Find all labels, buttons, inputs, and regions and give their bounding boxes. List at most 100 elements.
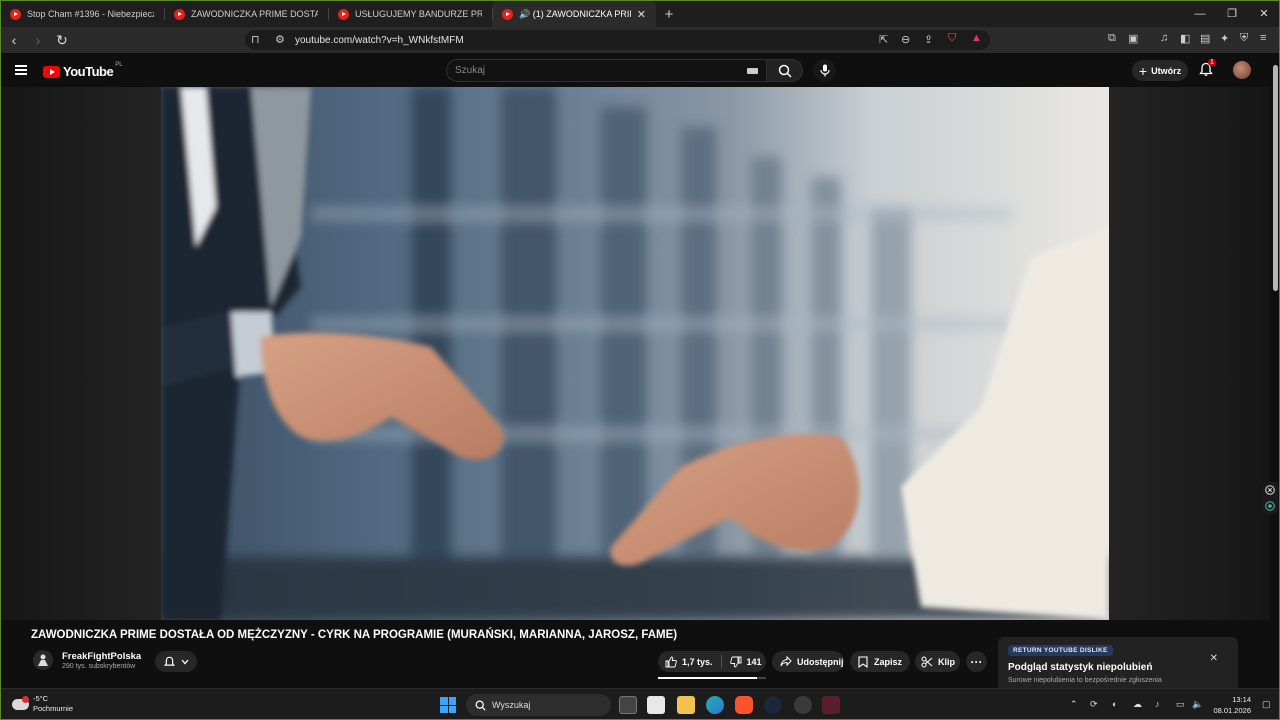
save-label: Zapisz [874, 656, 903, 667]
ryd-heading: Podgląd statystyk niepolubień [1008, 662, 1153, 673]
keyboard-icon[interactable] [747, 68, 758, 74]
ryd-tag: RETURN YOUTUBE DISLIKE [1008, 645, 1113, 656]
new-tab-button[interactable]: + [656, 1, 682, 27]
bell-icon [163, 656, 175, 666]
system-clock[interactable]: 13:14 08.01.2026 [1207, 694, 1251, 716]
restore-icon[interactable]: ❐ [1216, 0, 1248, 27]
like-divider [720, 655, 722, 668]
extension-circle-icon[interactable] [1265, 501, 1275, 511]
ai-icon[interactable]: ✦ [1220, 32, 1229, 45]
close-window-icon[interactable]: ✕ [1248, 0, 1280, 27]
reload-icon[interactable]: ↻ [52, 32, 72, 49]
plus-icon: + [1138, 62, 1148, 79]
search-box[interactable] [446, 59, 767, 82]
share-icon[interactable]: ⇪ [924, 33, 933, 46]
edge-icon[interactable] [706, 696, 724, 714]
voice-search-button[interactable] [813, 59, 836, 82]
recording-app-icon[interactable] [822, 696, 840, 714]
minimize-icon[interactable]: — [1184, 0, 1216, 27]
tray-expand-icon[interactable]: ⌃ [1070, 699, 1078, 710]
sync-icon[interactable]: ⟳ [1090, 699, 1098, 710]
youtube-favicon-icon [338, 8, 349, 20]
ryd-subtext: Surowe niepolubienia to bezpośrednie zgł… [1008, 677, 1162, 684]
date: 08.01.2026 [1213, 706, 1251, 715]
thumbs-up-icon[interactable] [665, 656, 677, 668]
create-button[interactable]: + Utwórz [1132, 60, 1188, 81]
cloud-tray-icon[interactable]: ☁ [1133, 699, 1142, 710]
forward-icon[interactable]: › [28, 32, 48, 48]
channel-name[interactable]: FreakFightPolska [62, 651, 141, 662]
notifications-button[interactable]: 1 [1199, 59, 1216, 78]
media-icon[interactable]: ♫ [1160, 32, 1168, 44]
back-icon[interactable]: ‹ [4, 32, 24, 48]
app-icon[interactable] [794, 696, 812, 714]
volume-icon[interactable]: 🔈 [1192, 699, 1203, 710]
page-scrollbar[interactable] [1271, 53, 1280, 688]
close-popup-icon[interactable]: ✕ [1210, 653, 1218, 664]
tray-app-icon[interactable]: ◐ [1112, 699, 1117, 709]
subscription-bell-button[interactable] [155, 651, 197, 672]
notification-center-icon[interactable]: ▢ [1262, 699, 1271, 710]
video-player[interactable] [161, 87, 1109, 620]
taskbar-search[interactable]: Wyszukaj [466, 694, 611, 716]
share-label: Udostępnij [797, 656, 844, 667]
menu-icon[interactable]: ≡ [1260, 32, 1266, 44]
scrollbar-thumb[interactable] [1273, 65, 1278, 291]
browser-tab[interactable]: Stop Cham #1396 - Niebezpieczne i [0, 1, 164, 27]
vpn-icon[interactable]: ⛨ [1240, 32, 1248, 45]
browser-tab[interactable]: ZAWODNICZKA PRIME DOSTAŁA OD [164, 1, 328, 27]
cloud-icon [12, 695, 29, 710]
wallet-icon[interactable]: ▤ [1200, 32, 1210, 45]
browser-tab-strip: Stop Cham #1396 - Niebezpieczne i ZAWODN… [0, 0, 1280, 27]
sidebar-icon[interactable]: ◧ [1180, 32, 1190, 45]
browser-tab-active[interactable]: 🔊 (1) ZAWODNICZKA PRIME DO ✕ [492, 1, 656, 27]
search-icon [475, 700, 486, 711]
steam-icon[interactable] [764, 696, 782, 714]
microphone-icon [819, 64, 830, 77]
store-icon[interactable] [647, 696, 665, 714]
clip-button[interactable]: Klip [915, 651, 960, 672]
like-ratio-fill [658, 677, 758, 679]
brave-shield-icon[interactable]: ⛉ [948, 32, 956, 45]
brave-icon[interactable] [735, 696, 753, 714]
hamburger-menu-icon[interactable] [15, 65, 27, 75]
site-info-icon[interactable]: ⚙ [275, 33, 285, 46]
channel-avatar[interactable] [33, 650, 53, 670]
dislike-count[interactable]: 141 [747, 657, 762, 667]
task-view-icon[interactable] [619, 696, 637, 714]
share-button[interactable]: Udostępnij [772, 651, 844, 672]
account-avatar[interactable] [1233, 61, 1251, 79]
file-explorer-icon[interactable] [677, 696, 695, 714]
windows-start-icon[interactable] [440, 697, 456, 713]
extensions-icon[interactable]: ⧉ [1108, 32, 1116, 45]
weather-widget[interactable]: -5°C Pochmurnie [12, 694, 73, 714]
thumbs-down-icon[interactable] [729, 656, 742, 668]
open-external-icon[interactable]: ⇱ [879, 33, 888, 46]
search-button[interactable] [767, 59, 803, 82]
browser-tab[interactable]: USŁUGUJEMY BANDURZE PRZEZ 24! [328, 1, 492, 27]
close-circle-icon[interactable] [1265, 485, 1275, 495]
clip-label: Klip [938, 656, 955, 667]
youtube-favicon-icon [10, 8, 21, 20]
tab-title: USŁUGUJEMY BANDURZE PRZEZ 24! [355, 9, 482, 19]
microphone-tray-icon[interactable]: ♪ [1155, 699, 1160, 709]
screenshot-icon[interactable]: ▣ [1128, 32, 1138, 45]
youtube-logo[interactable]: YouTube PL [43, 62, 123, 79]
search-icon [778, 64, 792, 78]
more-actions-button[interactable]: ··· [966, 651, 987, 672]
address-bar[interactable]: ⊓ ⚙ youtube.com/watch?v=h_WNkfstMFM ⇱ ⊖ … [245, 30, 990, 50]
brave-rewards-icon[interactable]: ▲ [971, 32, 982, 44]
network-icon[interactable]: ▭ [1176, 699, 1185, 710]
bookmark-icon[interactable]: ⊓ [251, 33, 260, 46]
windows-taskbar: -5°C Pochmurnie Wyszukaj ⌃ ⟳ ◐ ☁ ♪ ▭ 🔈 1… [0, 688, 1280, 720]
create-label: Utwórz [1151, 65, 1182, 76]
channel-logo-icon [38, 654, 48, 666]
save-button[interactable]: Zapisz [850, 651, 910, 672]
url-text[interactable]: youtube.com/watch?v=h_WNkfstMFM [295, 35, 464, 46]
zoom-icon[interactable]: ⊖ [901, 33, 910, 46]
youtube-play-icon [43, 65, 60, 78]
close-tab-icon[interactable]: ✕ [637, 8, 646, 21]
bookmark-icon [858, 655, 868, 668]
like-count[interactable]: 1,7 tys. [682, 657, 713, 667]
search-input[interactable] [455, 65, 735, 76]
